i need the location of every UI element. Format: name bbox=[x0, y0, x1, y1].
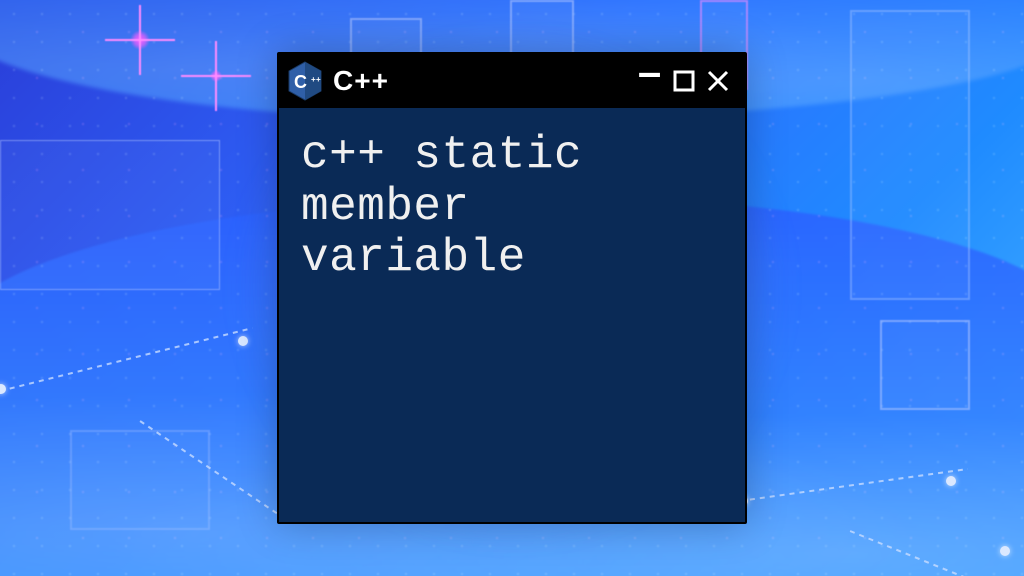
cpp-logo-icon: C + + bbox=[287, 61, 323, 101]
terminal-window: C + + C++ – c++ static member variable bbox=[277, 52, 747, 524]
decor-node bbox=[946, 476, 956, 486]
svg-text:C: C bbox=[294, 72, 308, 92]
svg-text:+: + bbox=[316, 75, 322, 84]
spark-icon bbox=[130, 30, 150, 50]
decor-box bbox=[850, 10, 970, 300]
close-button[interactable] bbox=[701, 64, 735, 98]
window-title: C++ bbox=[333, 65, 389, 97]
titlebar: C + + C++ – bbox=[279, 54, 745, 108]
decor-node bbox=[1000, 546, 1010, 556]
minimize-button[interactable]: – bbox=[633, 55, 667, 89]
window-body-text: c++ static member variable bbox=[279, 108, 745, 522]
decor-box bbox=[880, 320, 970, 410]
maximize-button[interactable] bbox=[667, 64, 701, 98]
